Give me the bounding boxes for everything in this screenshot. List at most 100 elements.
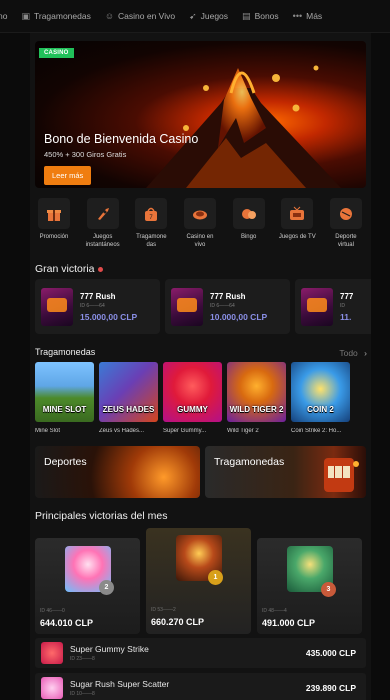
big-win-card[interactable]: 777 ID 11. bbox=[295, 279, 371, 334]
game-card[interactable]: GUMMY Super Gummy... bbox=[163, 362, 222, 434]
game-thumbnail bbox=[41, 642, 63, 664]
nav-item-label: Más bbox=[306, 11, 323, 21]
podium-card[interactable]: 1 ID 53——2 660.270 CLP bbox=[146, 528, 251, 634]
section-title-text: Gran victoria bbox=[35, 263, 95, 275]
game-art-text: GUMMY bbox=[177, 405, 208, 414]
nav-item-bonos[interactable]: ▤ Bonos bbox=[242, 11, 279, 22]
see-all-link[interactable]: Todo › bbox=[339, 348, 367, 358]
category-deporte-virtual[interactable]: Deporte virtual bbox=[327, 198, 365, 249]
banner-label: Tragamonedas bbox=[214, 456, 285, 468]
roulette-icon bbox=[183, 198, 216, 229]
row-amount: 435.000 CLP bbox=[305, 648, 356, 658]
game-card[interactable]: MINE SLOT Mine Slot bbox=[35, 362, 94, 434]
game-card[interactable]: ZEUS HADES Zeus vs Hades... bbox=[99, 362, 158, 434]
sports-banner[interactable]: Deportes bbox=[35, 446, 200, 498]
slot-machine-icon: ▣ bbox=[21, 10, 30, 21]
win-user-id: ID 6——64 bbox=[80, 302, 105, 309]
hero-title: Bono de Bienvenida Casino bbox=[44, 132, 199, 146]
nav-item-casino-en-vivo[interactable]: ☺ Casino en Vivo bbox=[105, 11, 175, 21]
big-win-card[interactable]: 777 Rush ID 6——64 10.000,00 CLP bbox=[165, 279, 290, 334]
win-amount: 10.000,00 CLP bbox=[210, 311, 268, 322]
winner-id: ID 53——2 bbox=[151, 607, 176, 613]
tv-icon bbox=[281, 198, 314, 229]
rank-badge: 3 bbox=[321, 582, 336, 597]
casino-badge: CASINO bbox=[39, 48, 74, 58]
monthly-wins-podium: 2 ID 46——0 644.010 CLP 1 ID 53——2 660.27… bbox=[35, 528, 362, 634]
hero-subtitle: 450% + 300 Giros Gratis bbox=[44, 150, 127, 159]
volcano-illustration bbox=[146, 65, 341, 188]
rocket-icon: ➹ bbox=[189, 10, 197, 21]
win-user-id: ID bbox=[340, 302, 345, 309]
category-bingo[interactable]: Bingo bbox=[230, 198, 268, 249]
gift-icon: ▤ bbox=[242, 10, 251, 21]
category-promocion[interactable]: Promoción bbox=[35, 198, 73, 249]
nav-item-label: no bbox=[0, 11, 8, 21]
winner-amount: 491.000 CLP bbox=[262, 618, 316, 628]
game-name: Wild Tiger 2 bbox=[227, 428, 259, 434]
gift-icon bbox=[38, 198, 70, 229]
win-game-name: 777 Rush bbox=[210, 291, 246, 301]
game-card[interactable]: COIN 2 Coin Strike 2: Ho... bbox=[291, 362, 350, 434]
category-tragamonedas[interactable]: 7 Tragamone das bbox=[132, 198, 170, 249]
winner-id: ID 46——0 bbox=[40, 608, 65, 614]
category-label: Casino en vivo bbox=[186, 234, 214, 248]
recent-wins-list: Super Gummy Strike ID 23——8 435.000 CLP … bbox=[35, 638, 366, 700]
game-art-text: WILD TIGER 2 bbox=[229, 405, 284, 414]
row-game-name: Super Gummy Strike bbox=[70, 644, 149, 654]
category-juegos-de-tv[interactable]: Juegos de TV bbox=[278, 198, 316, 249]
game-art: MINE SLOT bbox=[35, 362, 94, 422]
game-card[interactable]: WILD TIGER 2 Wild Tiger 2 bbox=[227, 362, 286, 434]
category-label: Juegos de TV bbox=[278, 234, 316, 240]
category-label: Promoción bbox=[39, 234, 69, 240]
nav-item-label: Casino en Vivo bbox=[118, 11, 176, 21]
slot-machine-icon bbox=[324, 458, 359, 492]
slots-banner[interactable]: Tragamonedas bbox=[205, 446, 366, 498]
win-user-id: ID 6——64 bbox=[210, 302, 235, 309]
game-thumbnail bbox=[171, 287, 203, 326]
category-label: Deporte virtual bbox=[335, 234, 357, 248]
winner-amount: 660.270 CLP bbox=[151, 617, 205, 627]
row-game-name: Sugar Rush Super Scatter bbox=[70, 679, 170, 689]
category-label: Juegos instantáneos bbox=[85, 234, 120, 248]
nav-item-juegos[interactable]: ➹ Juegos bbox=[189, 11, 228, 22]
bingo-icon bbox=[232, 198, 265, 229]
category-banners: Deportes Tragamonedas bbox=[35, 446, 366, 498]
game-art-text: COIN 2 bbox=[307, 405, 334, 414]
game-name: Super Gummy... bbox=[163, 428, 207, 434]
game-name: Zeus vs Hades... bbox=[99, 428, 145, 434]
list-item[interactable]: Super Gummy Strike ID 23——8 435.000 CLP bbox=[35, 638, 366, 668]
game-art-text: MINE SLOT bbox=[42, 405, 87, 414]
list-item[interactable]: Sugar Rush Super Scatter ID 10——8 239.89… bbox=[35, 673, 366, 700]
big-win-card[interactable]: 777 Rush ID 6——64 15.000,00 CLP bbox=[35, 279, 160, 334]
game-name: Mine Slot bbox=[35, 428, 61, 434]
main-content: CASINO Bono de Bienvenida Casino 450% + … bbox=[30, 33, 371, 700]
podium-card[interactable]: 2 ID 46——0 644.010 CLP bbox=[35, 538, 140, 634]
category-shortcuts: Promoción Juegos instantáneos 7 Tragamon… bbox=[35, 198, 365, 249]
category-juegos-instantaneos[interactable]: Juegos instantáneos bbox=[84, 198, 122, 249]
hero-banner[interactable]: CASINO Bono de Bienvenida Casino 450% + … bbox=[35, 41, 366, 188]
game-art-text: ZEUS HADES bbox=[102, 405, 155, 414]
category-label: Bingo bbox=[240, 234, 257, 240]
banner-label: Deportes bbox=[44, 456, 87, 468]
win-amount: 15.000,00 CLP bbox=[80, 311, 138, 322]
slot-bag-icon: 7 bbox=[135, 198, 168, 229]
row-user-id: ID 10——8 bbox=[70, 691, 95, 697]
game-art: WILD TIGER 2 bbox=[227, 362, 286, 422]
category-casino-en-vivo[interactable]: Casino en vivo bbox=[181, 198, 219, 249]
chevron-right-icon: › bbox=[364, 348, 367, 358]
game-thumbnail bbox=[301, 287, 333, 326]
category-label: Tragamone das bbox=[136, 234, 167, 248]
rocket-icon bbox=[86, 198, 119, 229]
winner-amount: 644.010 CLP bbox=[40, 618, 94, 628]
nav-item-casino[interactable]: no bbox=[0, 11, 7, 21]
podium-card[interactable]: 3 ID 48——4 491.000 CLP bbox=[257, 538, 362, 634]
nav-item-mas[interactable]: ••• Más bbox=[293, 11, 323, 21]
nav-item-tragamonedas[interactable]: ▣ Tragamonedas bbox=[21, 11, 90, 22]
read-more-button[interactable]: Leer más bbox=[44, 166, 92, 185]
game-art: GUMMY bbox=[163, 362, 222, 422]
nav-item-label: Tragamonedas bbox=[33, 11, 91, 21]
rank-badge: 2 bbox=[99, 580, 114, 595]
slot-games-row: MINE SLOT Mine Slot ZEUS HADES Zeus vs H… bbox=[35, 362, 350, 434]
nav-item-label: Bonos bbox=[254, 11, 279, 21]
ball-icon bbox=[329, 198, 362, 229]
